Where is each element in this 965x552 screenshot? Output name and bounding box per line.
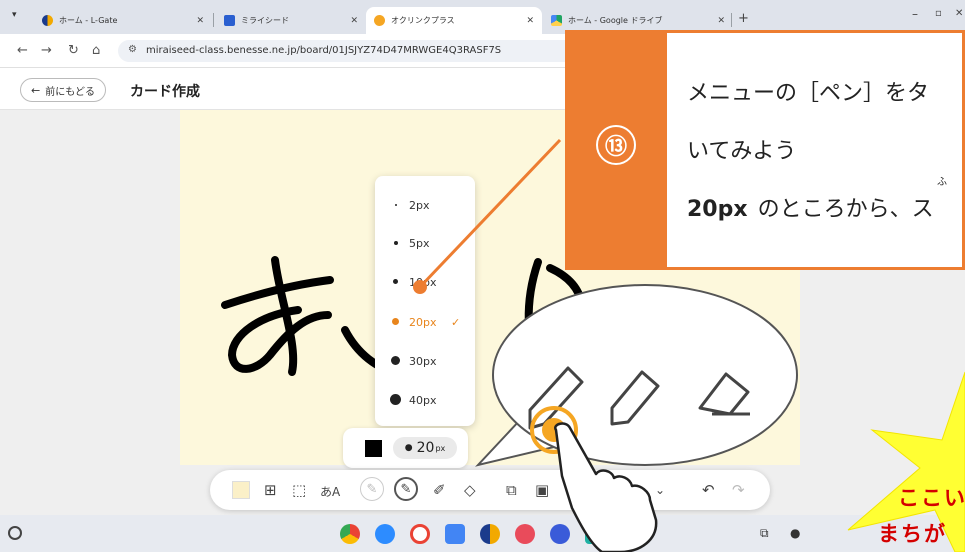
starburst-text-1: ここい bbox=[898, 486, 965, 510]
callout-line-1: メニューの［ペン］をタ bbox=[687, 81, 930, 106]
step-number: ⑬ bbox=[596, 125, 636, 165]
callout-connector-dot bbox=[413, 280, 427, 294]
instruction-callout: ⑬ メニューの［ペン］をタ いてみよう ふ 20px のところから、ス bbox=[565, 30, 965, 270]
callout-number-panel: ⑬ bbox=[565, 30, 667, 270]
callout-line-3-rest: のところから、ス bbox=[757, 197, 934, 222]
callout-body: メニューの［ペン］をタ いてみよう ふ 20px のところから、ス bbox=[667, 30, 965, 270]
callout-connector-line bbox=[418, 138, 562, 289]
callout-line-3: 20px のところから、ス bbox=[687, 191, 934, 223]
callout-bold-size: 20px bbox=[687, 197, 748, 222]
callout-line-2: いてみよう bbox=[687, 139, 797, 164]
starburst-text-2: まちが bbox=[878, 522, 947, 546]
callout-ruby: ふ bbox=[937, 177, 947, 188]
